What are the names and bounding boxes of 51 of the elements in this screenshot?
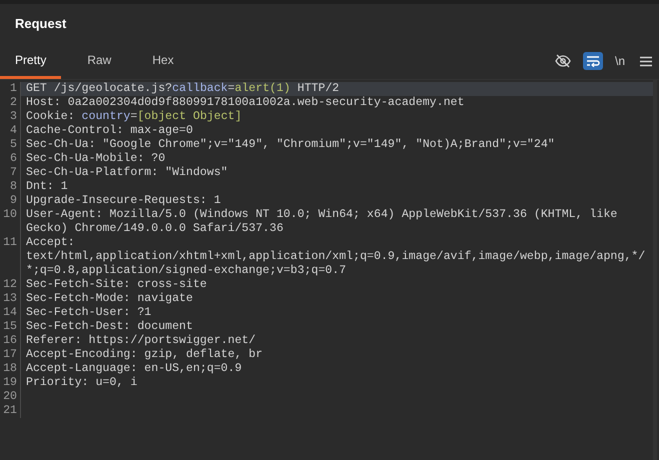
newline-toggle[interactable]: \n: [612, 52, 628, 70]
line-number: 15: [0, 320, 21, 334]
line-number: 7: [0, 166, 21, 180]
code-text: Sec-Fetch-Dest: document: [26, 320, 194, 334]
code-text: text/html,application/xhtml+xml,application/xml;q=0.9,image/avif,image/webp,image/apng,*/: [26, 250, 646, 264]
code-text: Cache-Control: max-age=0: [26, 124, 194, 138]
code-text: Sec-Ch-Ua-Mobile: ?0: [26, 152, 166, 166]
menu-icon: [640, 56, 652, 66]
line-number: 17: [0, 348, 21, 362]
code-text: Sec-Ch-Ua-Platform: "Windows": [26, 166, 229, 180]
line-number: 13: [0, 292, 21, 306]
line-number: 18: [0, 362, 21, 376]
code-text: Sec-Fetch-Site: cross-site: [26, 278, 208, 292]
line-number: 5: [0, 138, 21, 152]
line-number: 20: [0, 390, 21, 404]
code-text: Priority: u=0, i: [26, 376, 138, 390]
text-wrap-button[interactable]: [582, 52, 603, 70]
code-text: Accept-Language: en-US,en;q=0.9: [26, 362, 243, 376]
code-text: Sec-Ch-Ua: "Google Chrome";v="149", "Chromium";v="149", "Not)A;Brand";v="24": [26, 138, 556, 152]
line-number: 3: [0, 110, 21, 124]
code-text: Host: 0a2a002304d0d9f88099178100a1002a.web-security-academy.net: [26, 96, 466, 110]
panel-title: Request: [14, 15, 68, 33]
code-text: Sec-Fetch-Mode: navigate: [26, 292, 194, 306]
line-number: 6: [0, 152, 21, 166]
code-text: Accept:: [26, 236, 76, 250]
line-number: 11: [0, 236, 21, 278]
tab[interactable]: Hex: [137, 43, 189, 79]
code-text: Cookie: country=[object Object]: [26, 110, 243, 124]
code-text: Referer: https://portswigger.net/: [26, 334, 257, 348]
line-number: 16: [0, 334, 21, 348]
line-number: 8: [0, 180, 21, 194]
code-text: Gecko) Chrome/149.0.0.0 Safari/537.36: [26, 222, 284, 236]
code-text: Accept-Encoding: gzip, deflate, br: [26, 348, 264, 362]
line-number: 14: [0, 306, 21, 320]
tab[interactable]: Raw: [72, 43, 126, 79]
line-number: 10: [0, 208, 21, 236]
code-text: Sec-Fetch-User: ?1: [26, 306, 152, 320]
tab[interactable]: Pretty: [0, 43, 62, 79]
code-text: Dnt: 1: [26, 180, 69, 194]
eye-slash-icon: [554, 54, 571, 68]
line-number: 2: [0, 96, 21, 110]
line-number: 21: [0, 404, 21, 418]
line-number: 19: [0, 376, 21, 390]
code-text: Upgrade-Insecure-Requests: 1: [26, 194, 222, 208]
code-text: User-Agent: Mozilla/5.0 (Windows NT 10.0; Win64; x64) AppleWebKit/537.36 (KHTML, like: [26, 208, 618, 222]
code-text: *;q=0.8,application/signed-exchange;v=b3;q=0.7: [26, 264, 348, 278]
line-number: 12: [0, 278, 21, 292]
text-wrap-icon: [586, 55, 600, 67]
code-text: GET /js/geolocate.js?callback=alert(1) HTTP/2: [26, 82, 340, 96]
line-number: 4: [0, 124, 21, 138]
line-number: 9: [0, 194, 21, 208]
